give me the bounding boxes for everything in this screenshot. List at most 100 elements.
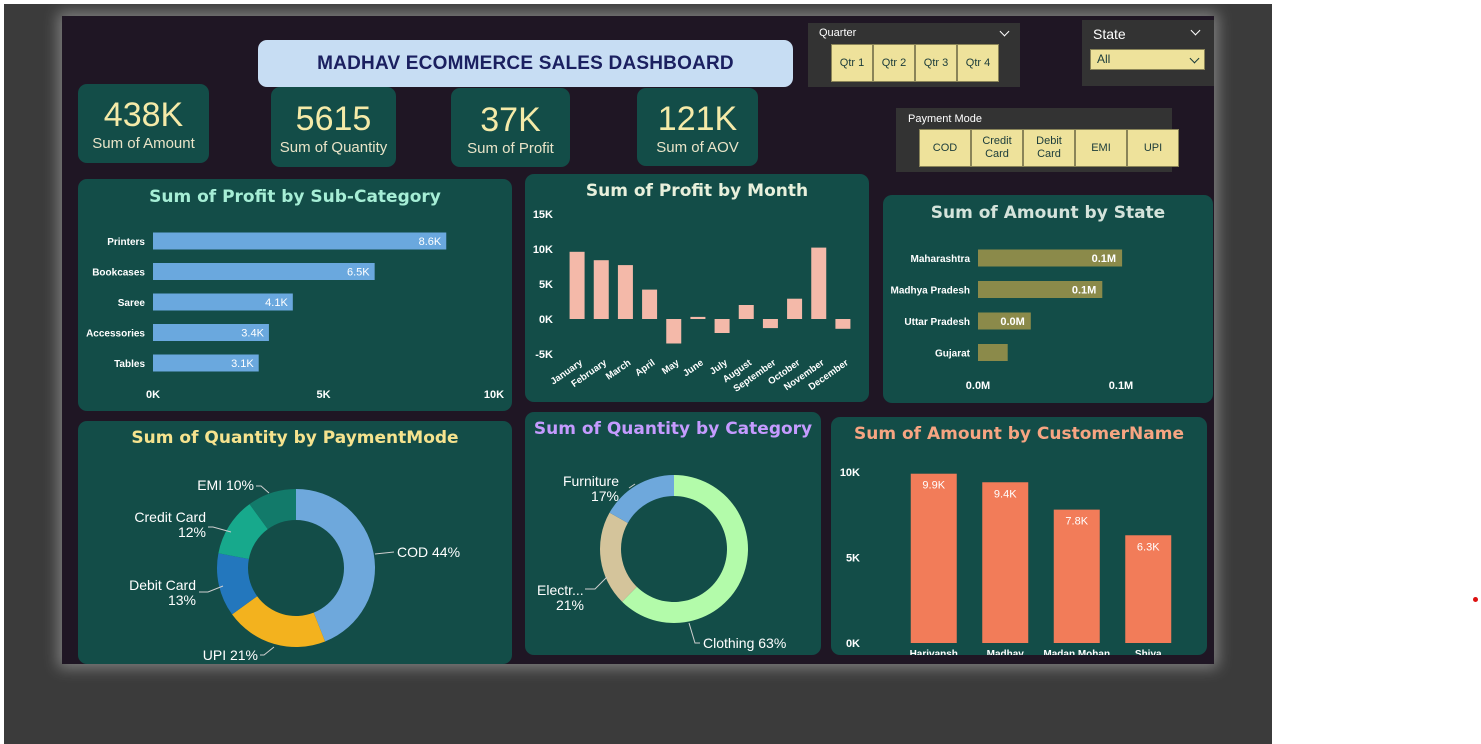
- kpi-sum-of-quantity[interactable]: 5615 Sum of Quantity: [271, 87, 396, 167]
- dashboard-title-banner: MADHAV ECOMMERCE SALES DASHBOARD: [258, 40, 793, 87]
- leader-line: [585, 576, 608, 590]
- payment-option-cod[interactable]: COD: [919, 129, 971, 167]
- data-label: 0.0M: [1000, 316, 1024, 328]
- bar: [153, 263, 375, 280]
- y-tick-label: 0K: [846, 638, 860, 650]
- payment-mode-slicer-title: Payment Mode: [908, 113, 982, 125]
- chart-profit-by-month[interactable]: Sum of Profit by Month -5K 0K 5K 10K 15K Janu…: [525, 174, 869, 402]
- slice-label: COD 44%: [397, 544, 460, 560]
- kpi-label: Sum of AOV: [656, 139, 739, 156]
- kpi-sum-of-amount[interactable]: 438K Sum of Amount: [78, 84, 209, 163]
- payment-option-debit-card[interactable]: Debit Card: [1023, 129, 1075, 167]
- slice: [600, 512, 637, 602]
- quarter-option-qtr2[interactable]: Qtr 2: [873, 44, 915, 82]
- x-tick-label: March: [604, 357, 633, 382]
- quarter-option-qtr4[interactable]: Qtr 4: [957, 44, 999, 82]
- stray-marker: [1473, 597, 1478, 602]
- payment-option-emi[interactable]: EMI: [1075, 129, 1127, 167]
- data-label: 3.1K: [231, 358, 254, 370]
- slice-label-pct: 21%: [556, 597, 584, 613]
- leader-line: [256, 485, 270, 494]
- chart-profit-by-subcategory[interactable]: Sum of Profit by Sub-Category Printers 8.…: [78, 179, 512, 411]
- chart-svg: Clothing 63% Electr...21% Furniture17%: [537, 473, 786, 651]
- category-label: Bookcases: [92, 268, 145, 279]
- chevron-down-icon[interactable]: [1190, 25, 1201, 36]
- y-tick-label: 10K: [840, 467, 860, 479]
- x-tick-label: Madhav: [987, 649, 1025, 655]
- state-slicer-title: State: [1093, 26, 1126, 42]
- data-label: 0.1M: [1092, 253, 1116, 265]
- quarter-option-qtr1[interactable]: Qtr 1: [831, 44, 873, 82]
- chart-svg: Printers 8.6K Bookcases 6.5K Saree 4.1K Access…: [86, 232, 504, 401]
- payment-mode-slicer: Payment Mode COD Credit Card Debit Card …: [896, 108, 1179, 172]
- bar: [738, 305, 754, 319]
- category-label: Tables: [114, 359, 145, 370]
- data-label: 4.1K: [265, 297, 288, 309]
- slice-label: EMI 10%: [197, 477, 254, 493]
- state-slicer: State All: [1082, 20, 1214, 86]
- bar: [666, 319, 682, 344]
- chart-svg: COD 44% UPI 21% Debit Card13% Credit Card12…: [129, 477, 460, 663]
- bar: [982, 482, 1029, 643]
- category-label: Printers: [107, 237, 145, 248]
- slice-label: Debit Card: [129, 577, 196, 593]
- chart-svg: 0K 5K 10K 9.9K Harivansh 9.4K Madhav 7.8K Madan …: [840, 467, 1172, 655]
- chart-quantity-by-paymentmode[interactable]: Sum of Quantity by PaymentMode COD 44% UP…: [78, 421, 512, 664]
- x-tick-label: April: [633, 357, 657, 378]
- payment-option-credit-card[interactable]: Credit Card: [971, 129, 1023, 167]
- kpi-value: 121K: [657, 100, 738, 138]
- bar: [593, 260, 609, 319]
- x-tick-label: 10K: [484, 389, 504, 401]
- kpi-label: Sum of Amount: [92, 135, 195, 152]
- y-tick-label: 5K: [846, 553, 860, 565]
- category-label: Accessories: [86, 329, 145, 340]
- dashboard-title: MADHAV ECOMMERCE SALES DASHBOARD: [317, 52, 734, 74]
- quarter-slicer: Quarter Qtr 1 Qtr 2 Qtr 3 Qtr 4: [808, 23, 1020, 87]
- x-tick-label: 0.1M: [1109, 380, 1133, 392]
- bar: [690, 316, 706, 319]
- chevron-down-icon[interactable]: [999, 26, 1010, 37]
- kpi-value: 438K: [103, 96, 184, 134]
- slice-label: UPI 21%: [203, 647, 258, 663]
- bar: [714, 319, 730, 333]
- state-dropdown-value: All: [1097, 52, 1111, 66]
- chart-amount-by-customername[interactable]: Sum of Amount by CustomerName 0K 5K 10K 9.9…: [831, 417, 1207, 655]
- category-label: Uttar Pradesh: [904, 317, 970, 328]
- data-label: 9.9K: [922, 480, 945, 492]
- y-tick-label: 5K: [539, 279, 553, 291]
- slice-label-pct: 13%: [168, 592, 196, 608]
- bar: [569, 251, 585, 319]
- category-label: Maharashtra: [911, 254, 971, 265]
- state-dropdown[interactable]: All: [1090, 49, 1205, 70]
- kpi-label: Sum of Profit: [467, 140, 554, 157]
- data-label: 3.4K: [241, 328, 264, 340]
- leader-line: [688, 622, 700, 644]
- chart-quantity-by-category[interactable]: Sum of Quantity by Category Clothing 63%…: [525, 412, 821, 655]
- x-tick-label: 0.0M: [966, 380, 990, 392]
- slice: [609, 475, 674, 523]
- payment-option-upi[interactable]: UPI: [1127, 129, 1179, 167]
- x-tick-label: June: [681, 357, 705, 379]
- y-tick-label: -5K: [535, 349, 553, 361]
- kpi-value: 5615: [295, 100, 372, 138]
- category-label: Madhya Pradesh: [891, 286, 970, 297]
- leader-line: [374, 551, 395, 555]
- data-label: 9.4K: [994, 488, 1017, 500]
- y-tick-label: 15K: [533, 209, 553, 221]
- kpi-sum-of-profit[interactable]: 37K Sum of Profit: [451, 88, 570, 167]
- category-label: Gujarat: [935, 349, 971, 360]
- chart-svg: Maharashtra 0.1M Madhya Pradesh 0.1M Uttar P…: [891, 249, 1133, 392]
- slice-label: Furniture: [563, 473, 619, 489]
- quarter-option-qtr3[interactable]: Qtr 3: [915, 44, 957, 82]
- slice-label: Clothing 63%: [703, 635, 786, 651]
- x-tick-label: 0K: [146, 389, 160, 401]
- y-tick-label: 0K: [539, 314, 553, 326]
- x-tick-label: Harivansh: [910, 649, 958, 655]
- category-label: Saree: [118, 298, 146, 309]
- kpi-sum-of-aov[interactable]: 121K Sum of AOV: [637, 88, 758, 166]
- kpi-value: 37K: [480, 101, 541, 139]
- chart-svg: -5K0K5K10K15KJanuaryFebruaryMarch April Ma…: [533, 209, 851, 395]
- chart-amount-by-state[interactable]: Sum of Amount by State Maharashtra 0.1M Ma…: [883, 195, 1213, 403]
- data-label: 6.3K: [1137, 541, 1160, 553]
- leader-line: [260, 646, 275, 656]
